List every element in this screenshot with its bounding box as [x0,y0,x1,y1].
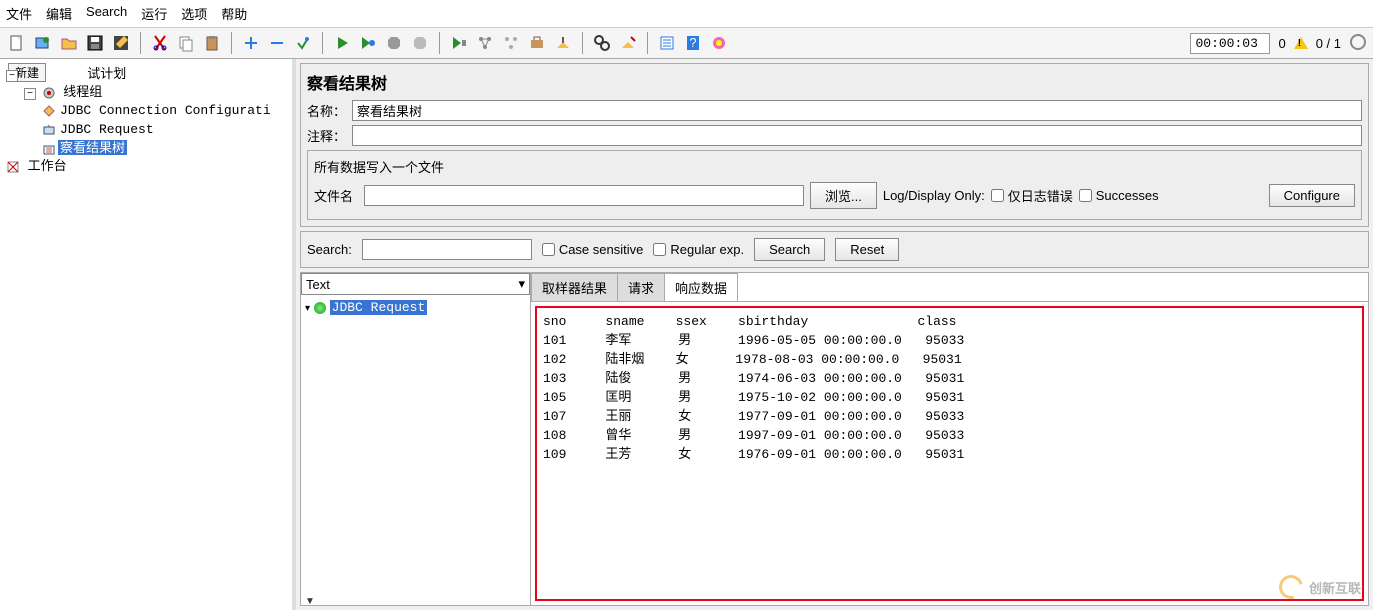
renderer-combo[interactable]: Text ▾ [301,273,530,295]
tree-toggle[interactable]: − [24,88,36,100]
tree-jdbc-config[interactable]: JDBC Connection Configurati [58,103,273,118]
menu-help[interactable]: 帮助 [221,4,247,23]
warning-icon[interactable] [1294,37,1308,49]
results-tree-icon [42,142,56,156]
chevron-down-icon: ▾ [518,276,525,292]
search-label: Search: [307,242,352,257]
tree-threadgroup[interactable]: 线程组 [61,84,104,99]
collapse-icon[interactable] [266,32,288,54]
right-panel: 察看结果树 名称： 注释： 所有数据写入一个文件 文件名 浏览... Log/D… [296,59,1373,610]
successes-checkbox[interactable]: Successes [1079,188,1159,203]
save-as-icon[interactable] [110,32,132,54]
config-panel: 察看结果树 名称： 注释： 所有数据写入一个文件 文件名 浏览... Log/D… [300,63,1369,227]
regex-checkbox[interactable]: Regular exp. [653,242,744,257]
remote-start-icon[interactable] [448,32,470,54]
toggle-icon[interactable] [292,32,314,54]
remote-stop-icon[interactable] [500,32,522,54]
tab-response-data[interactable]: 响应数据 [664,273,738,301]
new-file-icon[interactable] [6,32,28,54]
templates-icon[interactable] [32,32,54,54]
jdbc-request-icon [42,123,56,137]
start-icon[interactable] [331,32,353,54]
start-no-pause-icon[interactable] [357,32,379,54]
main-split: 新建 − 试计划 − 线程组 JDBC Connection Configura… [0,59,1373,610]
results-right: 取样器结果 请求 响应数据 sno sname ssex sbirthday c… [531,273,1368,605]
warning-count: 0 [1278,36,1285,51]
threadgroup-icon [42,86,56,100]
watermark-logo-icon [1275,571,1308,604]
search-tb-icon[interactable] [591,32,613,54]
menu-run[interactable]: 运行 [141,4,167,23]
remote-start-all-icon[interactable] [474,32,496,54]
tree-jdbc-request[interactable]: JDBC Request [58,122,156,137]
search-button[interactable]: Search [754,238,825,261]
tab-sampler-result[interactable]: 取样器结果 [531,273,618,301]
log-display-label: Log/Display Only: [883,188,985,203]
clear-search-icon[interactable] [617,32,639,54]
help-icon[interactable]: ? [682,32,704,54]
name-input[interactable] [352,100,1362,121]
browse-button[interactable]: 浏览... [810,182,877,209]
dropdown-arrow-icon[interactable]: ▼ [305,596,315,606]
filename-label: 文件名 [314,186,358,205]
case-sensitive-checkbox[interactable]: Case sensitive [542,242,644,257]
tree-view-results[interactable]: 察看结果树 [58,140,127,155]
svg-text:?: ? [689,35,696,50]
expand-icon[interactable] [240,32,262,54]
sample-node[interactable]: JDBC Request [330,300,428,315]
comment-input[interactable] [352,125,1362,146]
stop-icon[interactable] [383,32,405,54]
results-left: Text ▾ ▾ JDBC Request ▼ [301,273,531,605]
testplan-icon [24,68,38,82]
menu-edit[interactable]: 编辑 [46,4,72,23]
thread-counter: 0 / 1 [1316,36,1341,51]
search-input[interactable] [362,239,532,260]
comment-label: 注释： [307,126,346,145]
success-icon [314,302,326,314]
elapsed-timer [1190,33,1270,54]
test-plan-tree[interactable]: 新建 − 试计划 − 线程组 JDBC Connection Configura… [0,59,296,610]
search-bar: Search: Case sensitive Regular exp. Sear… [300,231,1369,268]
filename-input[interactable] [364,185,804,206]
reset-button[interactable]: Reset [835,238,899,261]
remote-shutdown-icon[interactable] [526,32,548,54]
menu-options[interactable]: 选项 [181,4,207,23]
paste-icon[interactable] [201,32,223,54]
result-tabs: 取样器结果 请求 响应数据 [531,273,1368,302]
menu-file[interactable]: 文件 [6,4,32,23]
watermark: 创新互联 [1279,575,1361,599]
save-icon[interactable] [84,32,106,54]
function-helper-icon[interactable] [656,32,678,54]
tree-testplan[interactable]: 试计划 [85,66,128,81]
results-area: Text ▾ ▾ JDBC Request ▼ 取样器结果 请求 响应数据 sn… [300,272,1369,606]
name-label: 名称： [307,101,346,120]
menubar: 文件 编辑 Search 运行 选项 帮助 [0,0,1373,28]
errors-only-checkbox[interactable]: 仅日志错误 [991,186,1073,205]
heap-dump-icon[interactable] [708,32,730,54]
cut-icon[interactable] [149,32,171,54]
shutdown-icon[interactable] [409,32,431,54]
file-section-title: 所有数据写入一个文件 [314,157,1355,176]
workbench-icon [6,160,20,174]
menu-search[interactable]: Search [86,4,127,23]
configure-button[interactable]: Configure [1269,184,1355,207]
sample-tree[interactable]: ▾ JDBC Request [301,295,530,605]
jdbc-config-icon [42,104,56,118]
open-icon[interactable] [58,32,80,54]
response-body[interactable]: sno sname ssex sbirthday class 101 李军 男 … [535,306,1364,601]
toolbar: ? 0 0 / 1 [0,28,1373,59]
copy-icon[interactable] [175,32,197,54]
tree-toggle[interactable]: − [6,70,18,82]
status-icon [1349,33,1367,54]
panel-title: 察看结果树 [307,70,1362,94]
tree-workbench[interactable]: 工作台 [26,158,69,173]
clear-icon[interactable] [552,32,574,54]
tab-request[interactable]: 请求 [617,273,665,301]
